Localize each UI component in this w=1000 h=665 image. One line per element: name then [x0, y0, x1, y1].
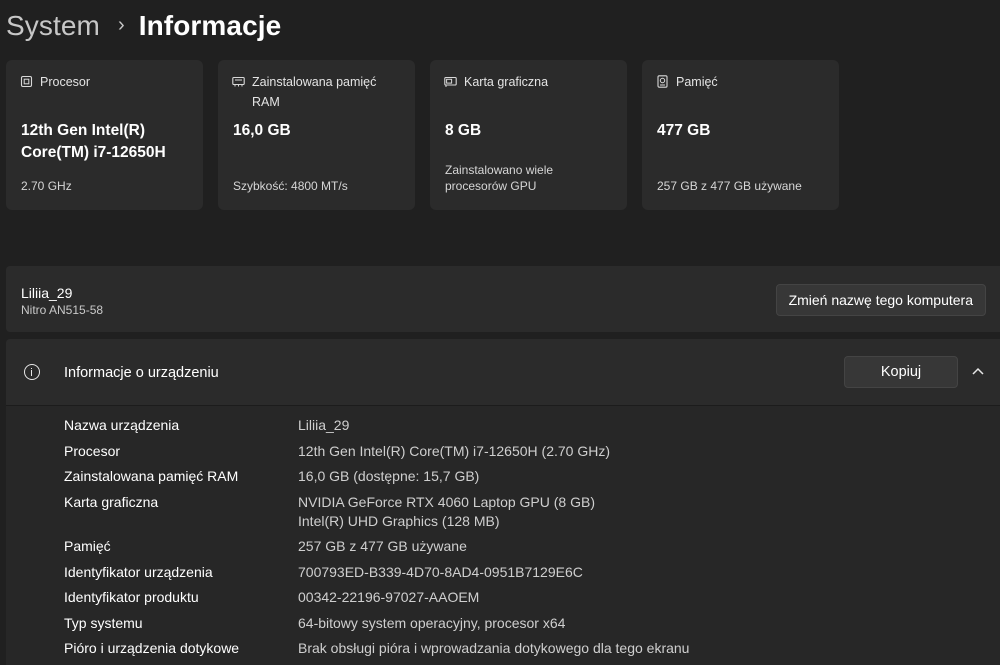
info-label: Typ systemu — [64, 615, 143, 631]
device-info-title: Informacje o urządzeniu — [64, 365, 219, 381]
storage-icon — [657, 75, 668, 88]
card-title-line: Zainstalowana pamięć — [252, 75, 377, 89]
card-value: 477 GB — [657, 122, 711, 139]
graphics-card: Karta graficzna 8 GB Zainstalowano wiele… — [430, 60, 627, 210]
card-title: Procesor — [40, 75, 91, 89]
processor-icon — [20, 75, 33, 88]
memory-icon — [232, 76, 245, 87]
info-value[interactable]: 700793ED-B339-4D70-8AD4-0951B7129E6C — [298, 563, 988, 582]
card-value-line: Core(TM) i7-12650H — [21, 144, 166, 161]
chevron-right-icon: › — [117, 13, 125, 36]
card-subtitle-line: procesorów GPU — [445, 179, 537, 193]
info-value[interactable]: 00342-22196-97027-AAOEM — [298, 588, 988, 607]
card-subtitle: 2.70 GHz — [21, 179, 72, 193]
breadcrumb-system-link[interactable]: System — [6, 10, 100, 42]
processor-card: Procesor 12th Gen Intel(R) Core(TM) i7-1… — [6, 60, 203, 210]
storage-card: Pamięć 477 GB 257 GB z 477 GB używane — [642, 60, 839, 210]
info-icon — [24, 364, 40, 380]
info-value[interactable]: 16,0 GB (dostępne: 15,7 GB) — [298, 467, 988, 486]
info-value[interactable]: NVIDIA GeForce RTX 4060 Laptop GPU (8 GB… — [298, 493, 988, 531]
info-label: Procesor — [64, 443, 121, 459]
copy-button[interactable]: Kopiuj — [844, 356, 958, 388]
rename-pc-button[interactable]: Zmień nazwę tego komputera — [775, 284, 986, 316]
graphics-card-icon — [444, 76, 457, 87]
card-value: 8 GB — [445, 122, 482, 139]
info-value[interactable]: 64-bitowy system operacyjny, procesor x6… — [298, 614, 988, 633]
info-label: Identyfikator urządzenia — [64, 564, 213, 580]
page-title: Informacje — [138, 10, 282, 41]
card-value: 12th Gen Intel(R) Core(TM) i7-12650H — [21, 120, 191, 164]
card-subtitle: Szybkość: 4800 MT/s — [233, 179, 348, 193]
info-value-line: Intel(R) UHD Graphics (128 MB) — [298, 513, 500, 529]
device-name: Liliia_29 — [21, 285, 73, 301]
device-info-header[interactable]: Informacje o urządzeniu Kopiuj — [6, 339, 1000, 406]
spec-cards: Procesor 12th Gen Intel(R) Core(TM) i7-1… — [6, 60, 839, 210]
info-label: Pamięć — [64, 538, 111, 554]
ram-card: Zainstalowana pamięć RAM 16,0 GB Szybkoś… — [218, 60, 415, 210]
device-info-body: Nazwa urządzenia Liliia_29 Procesor 12th… — [6, 406, 1000, 665]
card-subtitle-line: Zainstalowano wiele — [445, 163, 554, 177]
info-value[interactable]: 257 GB z 477 GB używane — [298, 537, 988, 556]
card-header: Pamięć — [656, 72, 825, 92]
settings-about-page: System › Informacje Procesor 12th Gen In… — [0, 0, 1000, 665]
card-title: Karta graficzna — [464, 75, 549, 89]
info-label: Nazwa urządzenia — [64, 417, 180, 433]
device-model: Nitro AN515-58 — [21, 303, 104, 317]
card-title: Zainstalowana pamięć RAM — [252, 72, 376, 112]
card-subtitle: Zainstalowano wiele procesorów GPU — [445, 162, 615, 194]
chevron-up-icon[interactable] — [972, 367, 984, 375]
info-value[interactable]: Brak obsługi pióra i wprowadzania dotyko… — [298, 639, 988, 658]
info-label: Identyfikator produktu — [64, 589, 199, 605]
info-label: Karta graficzna — [64, 494, 159, 510]
card-header: Procesor — [20, 72, 189, 92]
info-label: Zainstalowana pamięć RAM — [64, 468, 239, 484]
device-name-section: Liliia_29 Nitro AN515-58 Zmień nazwę teg… — [6, 266, 1000, 332]
info-value[interactable]: Liliia_29 — [298, 416, 988, 435]
card-value-line: 12th Gen Intel(R) — [21, 122, 146, 139]
breadcrumb: System › Informacje — [6, 6, 281, 46]
info-value[interactable]: 12th Gen Intel(R) Core(TM) i7-12650H (2.… — [298, 442, 988, 461]
card-title: Pamięć — [676, 75, 718, 89]
card-value: 16,0 GB — [233, 122, 291, 139]
card-subtitle: 257 GB z 477 GB używane — [657, 179, 802, 193]
card-header: Karta graficzna — [444, 72, 613, 92]
card-header: Zainstalowana pamięć RAM — [232, 72, 401, 112]
info-label: Pióro i urządzenia dotykowe — [64, 640, 240, 656]
card-title-line: RAM — [252, 95, 280, 109]
info-value-line: NVIDIA GeForce RTX 4060 Laptop GPU (8 GB… — [298, 494, 595, 510]
